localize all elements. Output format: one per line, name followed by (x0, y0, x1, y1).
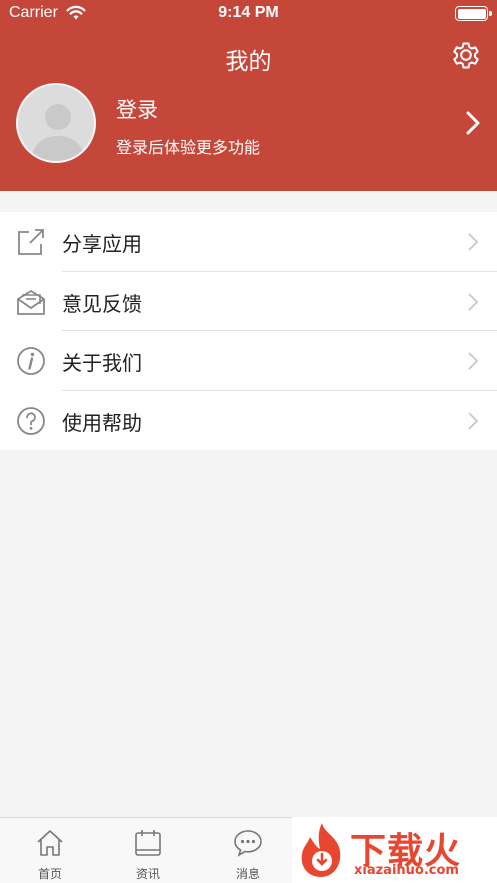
watermark-url: xiazaihuo.com (354, 863, 459, 878)
menu-item-help[interactable]: 使用帮助 (0, 391, 497, 451)
home-icon (37, 830, 63, 856)
menu-list: 分享应用 意见反馈 关于我们 使用帮助 (0, 212, 497, 450)
status-time: 9:14 PM (218, 4, 279, 21)
menu-item-label: 关于我们 (62, 351, 142, 375)
help-icon (17, 406, 45, 435)
menu-item-label: 意见反馈 (62, 291, 142, 316)
page-title: 我的 (225, 49, 272, 75)
tab-label: 消息 (235, 867, 260, 881)
flame-logo-icon (301, 823, 341, 877)
battery-icon (455, 6, 492, 21)
tab-messages[interactable]: 消息 (198, 818, 298, 883)
tab-home[interactable]: 首页 (0, 818, 100, 883)
chevron-right-icon (468, 352, 479, 370)
gear-icon[interactable] (449, 38, 483, 72)
login-title: 登录 (116, 98, 158, 122)
chevron-right-icon (466, 111, 480, 135)
info-icon (17, 347, 45, 375)
header-bar: Carrier 9:14 PM 我的 登录 登录后体验更多功能 (0, 0, 497, 191)
avatar[interactable] (16, 83, 96, 163)
menu-item-about[interactable]: 关于我们 (0, 331, 497, 391)
menu-item-label: 使用帮助 (62, 410, 142, 435)
chat-bubble-icon (234, 830, 262, 857)
chevron-right-icon (468, 233, 479, 251)
menu-item-label: 分享应用 (62, 232, 142, 256)
login-profile-row[interactable]: 登录 登录后体验更多功能 (0, 80, 497, 166)
status-bar: Carrier 9:14 PM (0, 0, 497, 28)
tab-label: 资讯 (135, 867, 160, 881)
feedback-mail-icon (17, 289, 45, 315)
user-silhouette-icon (30, 104, 86, 161)
chevron-right-icon (468, 411, 479, 430)
login-subtitle: 登录后体验更多功能 (116, 138, 261, 157)
calendar-icon (135, 830, 161, 856)
menu-item-feedback[interactable]: 意见反馈 (0, 272, 497, 331)
share-icon (18, 229, 44, 255)
chevron-right-icon (468, 292, 479, 311)
watermark-logo: 下载火 xiazaihuo.com (292, 817, 497, 883)
menu-item-share[interactable]: 分享应用 (0, 212, 497, 272)
tab-label: 首页 (37, 867, 62, 881)
tab-news[interactable]: 资讯 (98, 818, 198, 883)
